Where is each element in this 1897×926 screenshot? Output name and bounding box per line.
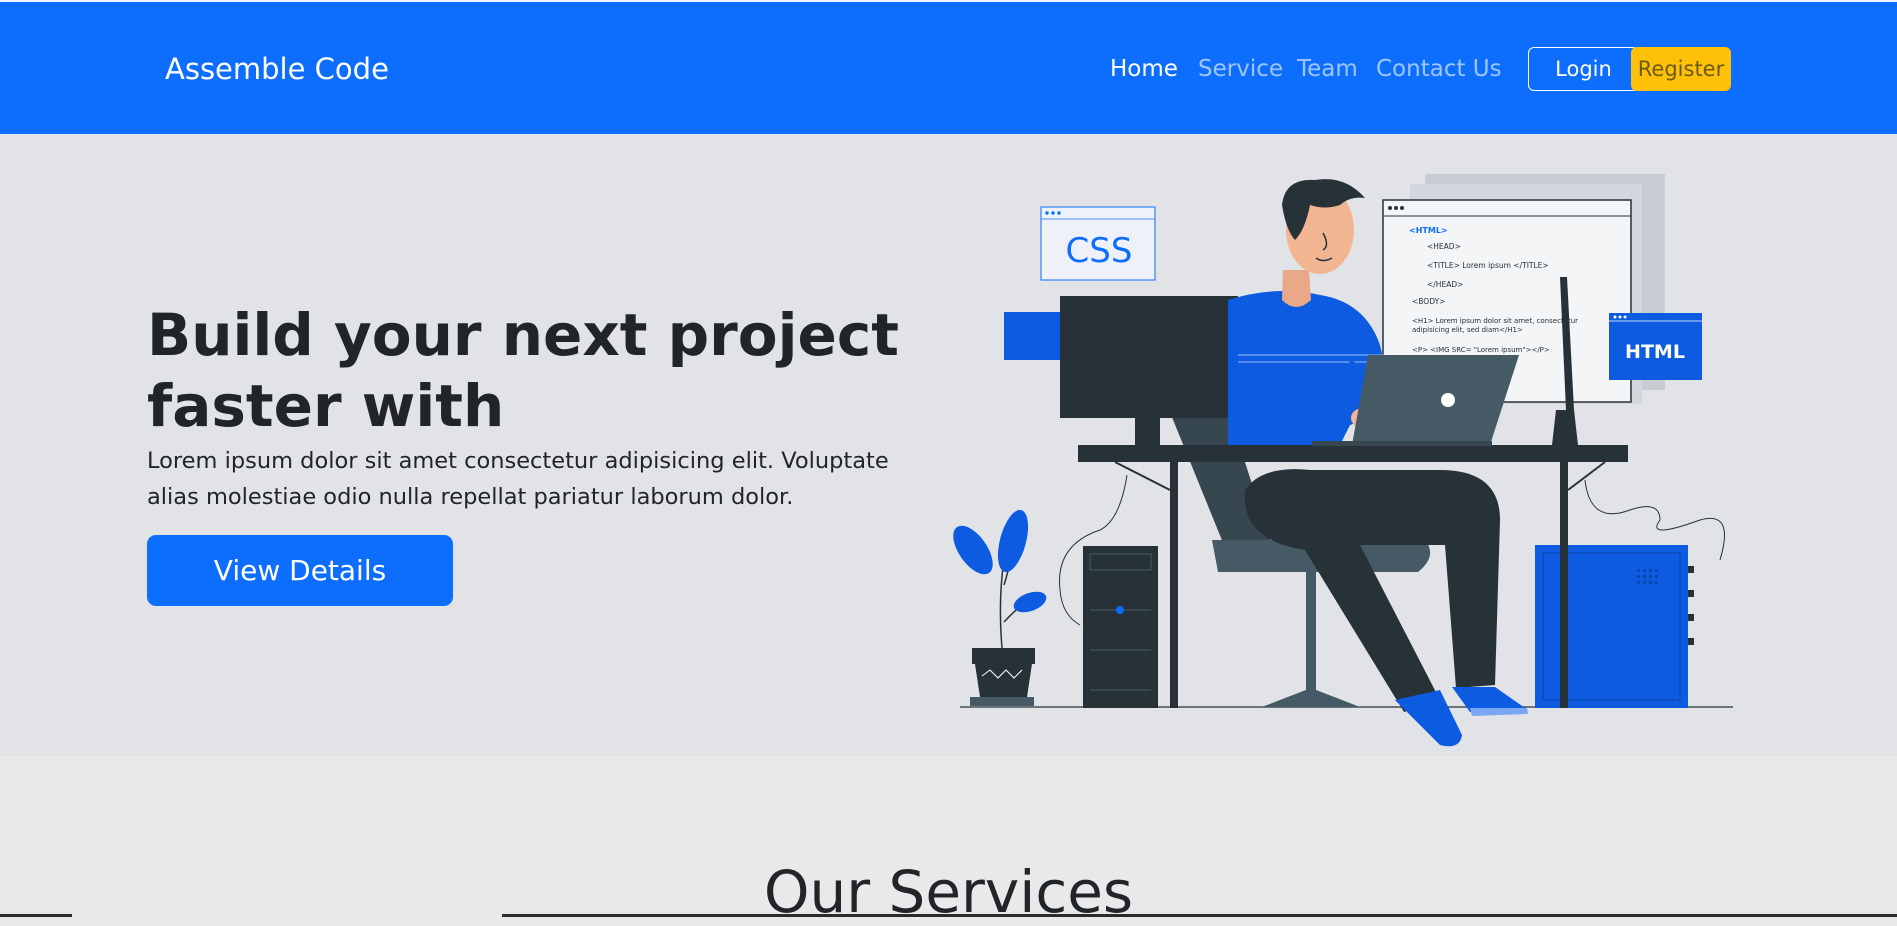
hero-title: Build your next project faster with [147,301,899,440]
html-badge-label: HTML [1625,341,1685,363]
nav-link-service[interactable]: Service [1198,56,1283,82]
small-window-icon [1004,312,1062,360]
nav-link-contact-us[interactable]: Contact Us [1376,56,1502,82]
computer-tower-icon [1083,546,1158,708]
navbar: Assemble Code Home Service Team Contact … [0,0,1897,134]
blue-tower-icon [1535,545,1694,708]
css-badge: CSS [1040,206,1156,281]
plant-icon [953,509,1047,706]
login-button[interactable]: Login [1528,47,1639,91]
code-line-2: <HEAD> [1427,242,1461,251]
code-line-3: <TITLE> Lorem ipsum </TITLE> [1427,261,1549,270]
css-badge-label: CSS [1066,231,1133,271]
code-line-8: <P> <IMG SRC= "Lorem ipsum"></P> [1412,346,1550,354]
developer-illustration: <HTML> <HEAD> <TITLE> Lorem ipsum </TITL… [953,174,1733,747]
brand-logo[interactable]: Assemble Code [165,52,389,86]
html-badge: HTML [1609,313,1702,380]
code-line-1: <HTML> [1409,226,1448,235]
code-line-5: <BODY> [1412,297,1445,306]
hero-description: Lorem ipsum dolor sit amet consectetur a… [147,448,889,510]
nav-link-home[interactable]: Home [1110,56,1178,82]
code-line-6: <H1> Lorem ipsum dolor sit amet, consect… [1412,317,1578,325]
nav-link-team[interactable]: Team [1297,56,1358,82]
code-line-4: </HEAD> [1427,280,1463,289]
register-button[interactable]: Register [1631,47,1731,91]
view-details-button[interactable]: View Details [147,535,453,606]
code-line-7: adipisicing elit, sed diam</H1> [1412,326,1523,334]
